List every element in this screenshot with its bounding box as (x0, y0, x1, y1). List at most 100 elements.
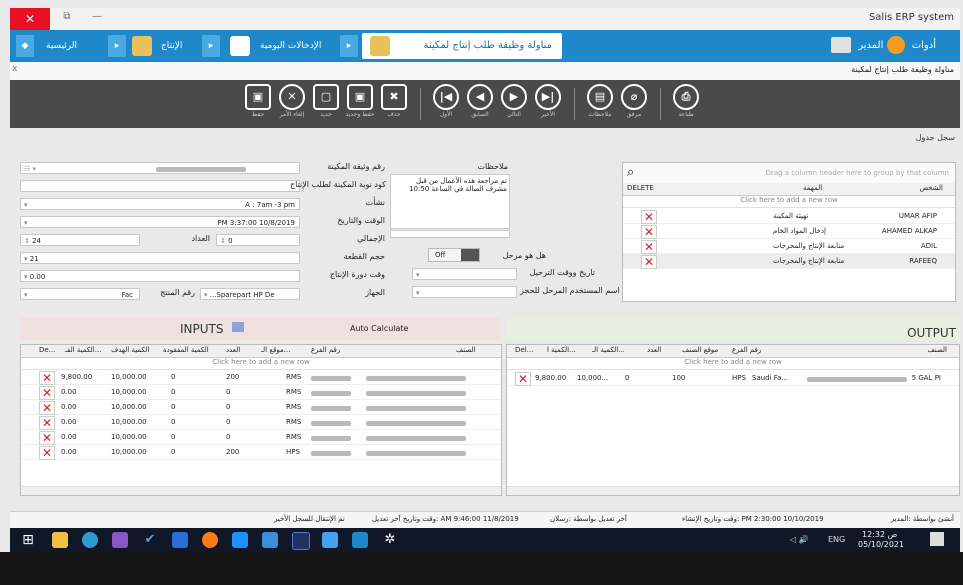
new-button[interactable]: ▢ جديد (310, 82, 342, 126)
minimize-window-button[interactable]: — (88, 11, 106, 27)
todo-icon[interactable]: ✔ (142, 532, 158, 548)
output-add-row[interactable]: Click here to add a new row (507, 358, 959, 370)
output-grid: Del... الكمية ا... الكمية الـ... العدد م… (506, 344, 960, 496)
delete-row-icon[interactable]: ✕ (39, 386, 55, 400)
nav-arrow-icon[interactable]: ◆ (16, 35, 34, 57)
delete-row-icon[interactable]: ✕ (515, 372, 531, 386)
table-row-selected[interactable]: ✕ متابعة الإنتاج والمخرجات RAFEEQ (623, 254, 955, 269)
delete-row-icon[interactable]: ✕ (641, 210, 657, 224)
next-record-button[interactable]: ▶ التالي (498, 82, 530, 126)
col-task[interactable]: المهمة (803, 184, 822, 192)
table-row[interactable]: ✕ متابعة الإنتاج والمخرجات ADIL (623, 239, 955, 254)
inputs-add-row[interactable]: Click here to add a new row (21, 358, 501, 370)
last-record-button[interactable]: ▶| الأخير (532, 82, 564, 126)
restore-window-button[interactable]: ⧉ (58, 11, 76, 27)
search-icon[interactable]: ⌕ (627, 165, 634, 180)
output-hscrollbar[interactable] (507, 486, 959, 495)
prev-record-button[interactable]: ◀ السابق (464, 82, 496, 126)
user-name[interactable]: المدير (858, 40, 883, 51)
auto-calc-checkbox[interactable]: Auto Calculate (350, 324, 408, 333)
erp-app-icon[interactable] (352, 532, 368, 548)
app-icon[interactable] (262, 532, 278, 548)
table-row[interactable]: ✕ 0.00 10,000.00 0 200 HPS (21, 445, 501, 460)
table-row[interactable]: ✕ تهيئة المكينة UMAR AFIP (623, 209, 955, 224)
close-window-button[interactable]: ✕ (10, 8, 50, 30)
first-record-button[interactable]: |◀ الأول (430, 82, 462, 126)
cycle-time-field[interactable]: ▾ 0.00 (20, 270, 300, 282)
shift-field[interactable]: ▾ A : 7am -3 pm (20, 198, 300, 210)
table-row[interactable]: ✕ 0.00 10,000.00 0 0 RMS (21, 430, 501, 445)
firefox-icon[interactable] (202, 532, 218, 548)
delete-row-icon[interactable]: ✕ (39, 431, 55, 445)
fac-field[interactable]: ▾ Fac (20, 288, 140, 300)
delete-button[interactable]: ✖ حذف (378, 82, 410, 126)
close-doc-icon[interactable]: x (12, 64, 17, 74)
print-button[interactable]: ⎙ طباعة (670, 82, 702, 126)
settings-icon[interactable]: ✲ (382, 532, 398, 548)
delete-row-icon[interactable]: ✕ (641, 255, 657, 269)
nav-daily-entries[interactable]: الإدخالات اليومية (254, 35, 327, 57)
user-area[interactable]: أدوات المدير (831, 33, 954, 59)
photoshop-icon[interactable] (292, 532, 310, 550)
shift-code-field[interactable] (20, 180, 300, 192)
col-person[interactable]: الشخص (920, 184, 943, 192)
nav-home[interactable]: الرئيسية (40, 35, 83, 57)
cancel-icon: ✕ (279, 84, 305, 110)
transfer-user-field[interactable]: ▾ (412, 286, 517, 298)
view-switcher[interactable]: سجل جدول (916, 133, 955, 142)
outlook-icon[interactable] (172, 532, 188, 548)
notes-scroll[interactable] (390, 230, 510, 238)
table-row[interactable]: ✕ 0.00 10,000.00 0 0 RMS (21, 400, 501, 415)
notification-icon[interactable] (930, 532, 944, 546)
tasks-add-row[interactable]: Click here to add a new row (623, 196, 955, 208)
transfer-time-field[interactable]: ▾ (412, 268, 517, 280)
total-field[interactable]: ⇕ 24 (20, 234, 140, 246)
notes-button[interactable]: ▤ ملاحظات (584, 82, 616, 126)
notes-textarea[interactable]: تم مراجعة هذه الأعمال من قبل مشرف الصالة… (390, 174, 510, 229)
ssms-icon[interactable] (322, 532, 338, 548)
transfer-toggle[interactable]: Off (428, 248, 480, 262)
clock-time[interactable]: 12:32 ص (862, 530, 897, 539)
table-row[interactable]: ✕ 9,800.00 10,000... 0 100 HPS Saudi Fa.… (507, 371, 959, 386)
delete-row-icon[interactable]: ✕ (39, 416, 55, 430)
visual-studio-icon[interactable] (112, 532, 128, 548)
datetime-field[interactable]: ▾ PM 3:37:00 10/8/2019 (20, 216, 300, 228)
teams-icon[interactable] (232, 532, 248, 548)
start-icon[interactable]: ⊞ (20, 532, 36, 548)
tray-icons[interactable]: ◁ 🔊 (790, 535, 809, 544)
nav-arrow-icon[interactable]: ▸ (340, 35, 358, 57)
file-explorer-icon[interactable] (52, 532, 68, 548)
sparepart-field[interactable]: ▾ ...Sparepart HP De (200, 288, 300, 300)
table-row[interactable]: ✕ 0.00 10,000.00 0 0 RMS (21, 385, 501, 400)
delete-row-icon[interactable]: ✕ (39, 446, 55, 460)
shift-label: نشأت (365, 198, 385, 207)
tools-menu[interactable]: أدوات (912, 40, 936, 51)
delete-row-icon[interactable]: ✕ (641, 240, 657, 254)
tab-production-order[interactable]: مناولة وظيفة طلب إنتاج لمكينة (362, 33, 562, 59)
inputs-hscrollbar[interactable] (21, 486, 501, 495)
machine-doc-field[interactable]: ☷ ▾ (20, 162, 300, 174)
doc-tab[interactable]: مناولة وظيفة طلب إنتاج لمكينة (851, 65, 954, 74)
save-new-icon: ▣ (347, 84, 373, 110)
tasks-grid-header: DELETE المهمة الشخص (623, 183, 955, 196)
save-button[interactable]: ▣ حفظ (242, 82, 274, 126)
col-delete[interactable]: DELETE (627, 184, 654, 192)
edge-icon[interactable] (82, 532, 98, 548)
cancel-button[interactable]: ✕ إلغاء الأمر (276, 82, 308, 126)
counter-field[interactable]: ⇕ 0 (216, 234, 300, 246)
table-row[interactable]: ✕ إدخال المواد الخام AHAMED ALKAP (623, 224, 955, 239)
nav-arrow-icon[interactable]: ▸ (202, 35, 220, 57)
delete-row-icon[interactable]: ✕ (39, 401, 55, 415)
save-new-button[interactable]: ▣ حفظ وجديد (344, 82, 376, 126)
language-indicator[interactable]: ENG (828, 535, 845, 544)
clock-date[interactable]: 05/10/2021 (858, 540, 904, 549)
nav-arrow-icon[interactable]: ▸ (108, 35, 126, 57)
delete-row-icon[interactable]: ✕ (641, 225, 657, 239)
delete-row-icon[interactable]: ✕ (39, 371, 55, 385)
piece-size-field[interactable]: ▾ 21 (20, 252, 300, 264)
table-row[interactable]: ✕ 9,800.00 10,000.00 0 200 RMS (21, 370, 501, 385)
table-row[interactable]: ✕ 0.00 10,000.00 0 0 RMS (21, 415, 501, 430)
attach-button[interactable]: ⌀ مرفق (618, 82, 650, 126)
nav-production[interactable]: الإنتاج (155, 35, 188, 57)
machine-doc-label: رقم وثيقة المكينة (327, 162, 385, 171)
